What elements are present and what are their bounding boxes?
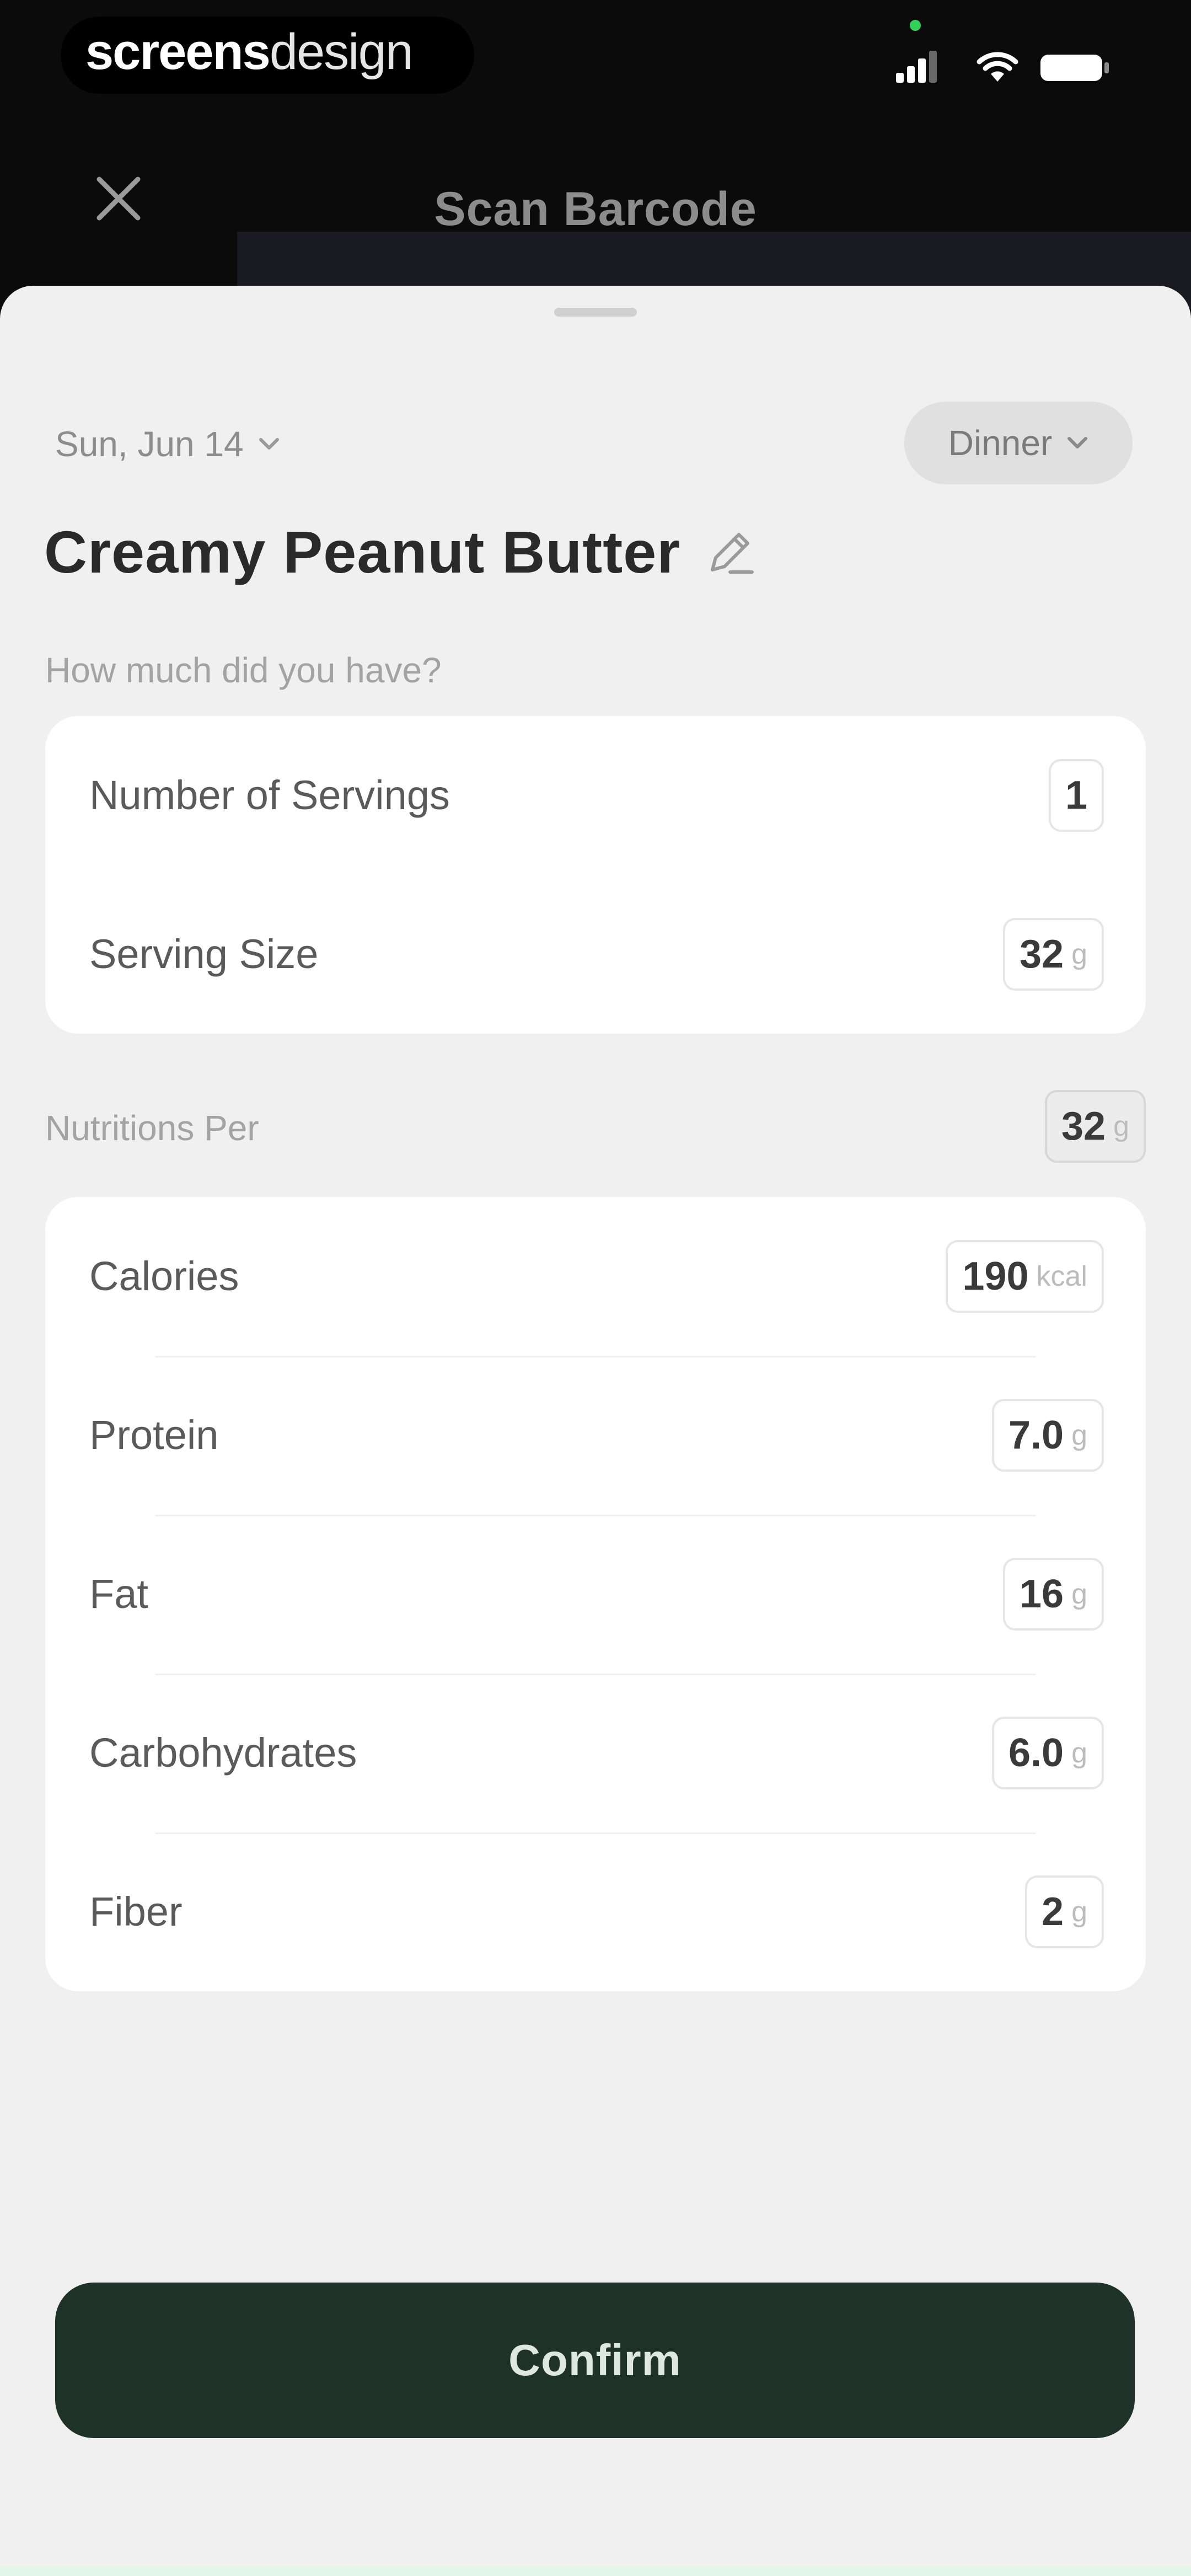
nutrition-per-input[interactable]: 32 g <box>1044 1090 1146 1163</box>
nutrient-input-fiber[interactable]: 2 g <box>1025 1875 1104 1948</box>
nutrient-input-fat[interactable]: 16 g <box>1002 1558 1104 1631</box>
nutrient-label: Fiber <box>89 1889 183 1934</box>
sheet-grabber[interactable] <box>554 308 637 317</box>
signal-icon <box>896 51 937 83</box>
status-bar: screensdesign <box>0 0 1191 127</box>
serving-size-unit: g <box>1071 938 1087 970</box>
app-screen: screensdesign Scan Barcode Sun, Jun 14 D… <box>0 0 1191 2576</box>
nutrient-input-calories[interactable]: 190 kcal <box>946 1240 1104 1313</box>
date-label: Sun, Jun 14 <box>55 424 244 464</box>
nutrient-row-fiber: Fiber 2 g <box>45 1832 1146 1991</box>
nutrient-value: 6.0 <box>1008 1731 1064 1775</box>
nutrient-value: 16 <box>1019 1572 1064 1616</box>
food-entry-sheet: Sun, Jun 14 Dinner Creamy Peanut Butter … <box>0 286 1191 2576</box>
nutrient-label: Fat <box>89 1571 148 1617</box>
servings-row: Number of Servings 1 <box>45 716 1146 875</box>
date-selector[interactable]: Sun, Jun 14 <box>55 424 280 464</box>
brand-logo: screensdesign <box>85 23 414 81</box>
food-name: Creamy Peanut Butter <box>44 519 681 585</box>
serving-size-label: Serving Size <box>89 931 319 977</box>
servings-label: Number of Servings <box>89 772 450 818</box>
serving-size-input[interactable]: 32 g <box>1002 918 1104 991</box>
bottom-accent-bar <box>0 2566 1191 2576</box>
food-title: Creamy Peanut Butter <box>44 517 758 586</box>
amount-card: Number of Servings 1 Serving Size 32 g <box>45 716 1146 1034</box>
nutrition-per-value: 32 <box>1061 1104 1106 1148</box>
brand-logo-bold: screens <box>85 24 271 80</box>
chevron-down-icon <box>259 438 279 450</box>
servings-input[interactable]: 1 <box>1048 759 1104 832</box>
battery-icon <box>1040 55 1109 81</box>
nutrition-per-label: Nutritions Per <box>45 1108 259 1148</box>
nutrient-label: Calories <box>89 1253 239 1299</box>
nutrient-unit: kcal <box>1036 1260 1087 1292</box>
nutrient-row-calories: Calories 190 kcal <box>45 1197 1146 1356</box>
nutrient-label: Protein <box>89 1412 219 1458</box>
nutrients-card: Calories 190 kcal Protein 7.0 g Fat 16 g… <box>45 1197 1146 1991</box>
serving-size-row: Serving Size 32 g <box>45 875 1146 1034</box>
servings-value: 1 <box>1065 773 1087 817</box>
nutrient-row-fat: Fat 16 g <box>45 1515 1146 1674</box>
nutrient-row-carbohydrates: Carbohydrates 6.0 g <box>45 1674 1146 1832</box>
nutrition-per-unit: g <box>1113 1110 1129 1142</box>
nutrient-unit: g <box>1071 1578 1087 1610</box>
nutrient-unit: g <box>1071 1419 1087 1451</box>
nutrient-value: 2 <box>1042 1890 1064 1934</box>
chevron-down-icon <box>1067 437 1088 448</box>
brand-logo-light: design <box>269 24 414 80</box>
nutrient-input-carbohydrates[interactable]: 6.0 g <box>991 1717 1104 1789</box>
meal-label: Dinner <box>948 423 1053 463</box>
pencil-icon[interactable] <box>702 525 758 580</box>
serving-size-value: 32 <box>1019 932 1064 976</box>
nutrient-unit: g <box>1071 1737 1087 1769</box>
nutrient-label: Carbohydrates <box>89 1730 357 1776</box>
page-title: Scan Barcode <box>434 183 757 236</box>
privacy-indicator <box>910 20 921 31</box>
nutrient-value: 7.0 <box>1008 1413 1064 1457</box>
nutrient-row-protein: Protein 7.0 g <box>45 1356 1146 1515</box>
meal-selector[interactable]: Dinner <box>904 402 1133 484</box>
wifi-icon <box>977 52 1018 82</box>
amount-section-label: How much did you have? <box>45 650 442 690</box>
nutrient-unit: g <box>1071 1896 1087 1928</box>
confirm-button[interactable]: Confirm <box>55 2283 1135 2438</box>
nutrient-input-protein[interactable]: 7.0 g <box>991 1399 1104 1472</box>
nutrient-value: 190 <box>962 1254 1029 1298</box>
